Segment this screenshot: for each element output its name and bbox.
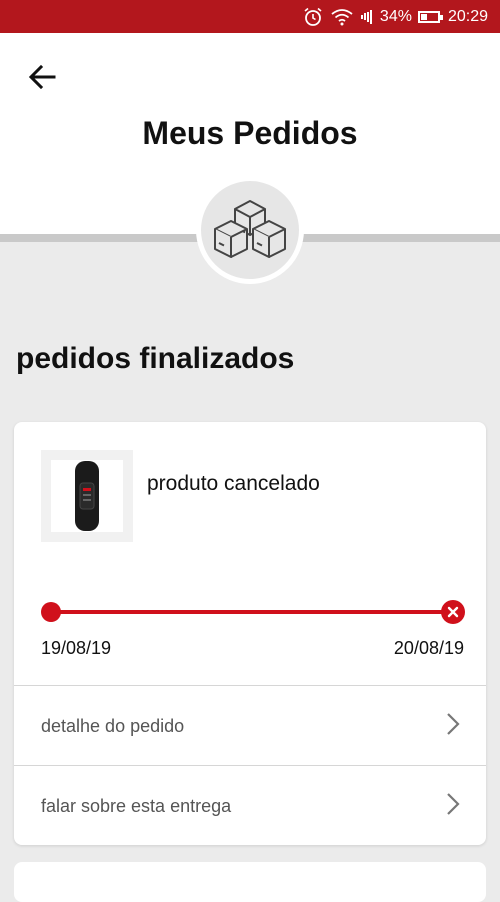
- timeline-start-dot: [41, 602, 61, 622]
- chevron-right-icon: [447, 713, 460, 735]
- section-title: pedidos finalizados: [16, 342, 295, 375]
- signal-icon: [360, 9, 372, 24]
- boxes-icon: [214, 200, 286, 258]
- cancel-icon: [441, 600, 465, 624]
- page-title: Meus Pedidos: [142, 115, 358, 151]
- order-status: produto cancelado: [147, 472, 320, 495]
- order-detail-link[interactable]: detalhe do pedido: [14, 685, 486, 765]
- battery-percent: 34%: [379, 7, 412, 25]
- arrow-left-icon: [28, 64, 56, 90]
- timeline-progress: [51, 610, 455, 614]
- boxes-badge: [196, 176, 304, 284]
- order-detail-label: detalhe do pedido: [41, 716, 185, 736]
- delivery-timeline: [41, 600, 465, 624]
- talk-about-delivery-label: falar sobre esta entrega: [41, 796, 232, 816]
- back-button[interactable]: [22, 57, 62, 97]
- product-thumbnail[interactable]: [41, 450, 133, 542]
- talk-about-delivery-link[interactable]: falar sobre esta entrega: [14, 765, 486, 845]
- order-start-date: 19/08/19: [41, 638, 112, 658]
- battery-icon: [417, 10, 443, 23]
- wifi-icon: [331, 8, 353, 26]
- order-card: produto cancelado 19/08/19 20/08/19 deta…: [14, 422, 486, 845]
- smart-band-icon: [75, 461, 99, 531]
- alarm-icon: [303, 7, 323, 27]
- order-end-date: 20/08/19: [393, 638, 464, 658]
- next-order-card[interactable]: [14, 862, 486, 902]
- clock: 20:29: [447, 7, 488, 25]
- status-bar: 34% 20:29: [0, 0, 500, 33]
- chevron-right-icon: [447, 793, 460, 815]
